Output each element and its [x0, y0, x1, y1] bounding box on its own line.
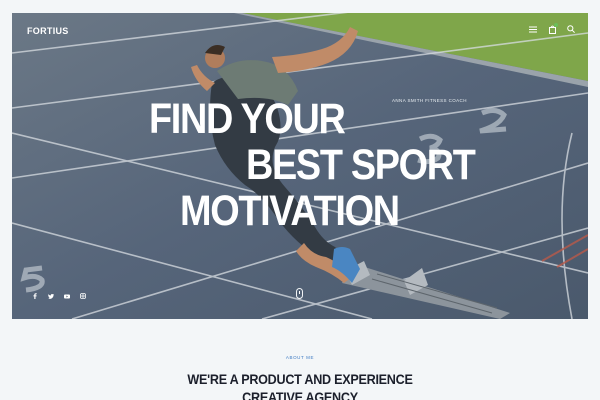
coach-label: ANNA SMITH FITNESS COACH — [392, 98, 467, 103]
about-title-line-2: CREATIVE AGENCY — [242, 389, 358, 400]
hero-section: FORTIUS ANNA SMITH FITNESS COACH FIND YO… — [12, 13, 588, 319]
about-section-label: ABOUT ME — [285, 355, 315, 360]
youtube-icon[interactable] — [64, 293, 70, 299]
site-logo[interactable]: FORTIUS — [27, 26, 69, 36]
header-icons — [528, 23, 576, 34]
twitter-icon[interactable] — [48, 293, 54, 299]
headline-line-3: MOTIVATION — [180, 187, 400, 235]
about-title-line-1: WE'RE A PRODUCT AND EXPERIENCE — [187, 371, 413, 387]
facebook-icon[interactable] — [32, 293, 38, 299]
menu-icon[interactable] — [528, 24, 538, 34]
cart-icon[interactable] — [547, 23, 558, 34]
headline-line-1: FIND YOUR — [149, 95, 346, 143]
social-links — [32, 293, 86, 299]
scroll-down-icon[interactable] — [296, 288, 303, 299]
cart-count-badge — [554, 23, 558, 27]
headline-line-2: BEST SPORT — [246, 141, 476, 189]
instagram-icon[interactable] — [80, 293, 86, 299]
about-section-title: WE'RE A PRODUCT AND EXPERIENCE CREATIVE … — [0, 370, 600, 400]
search-icon[interactable] — [566, 24, 576, 34]
